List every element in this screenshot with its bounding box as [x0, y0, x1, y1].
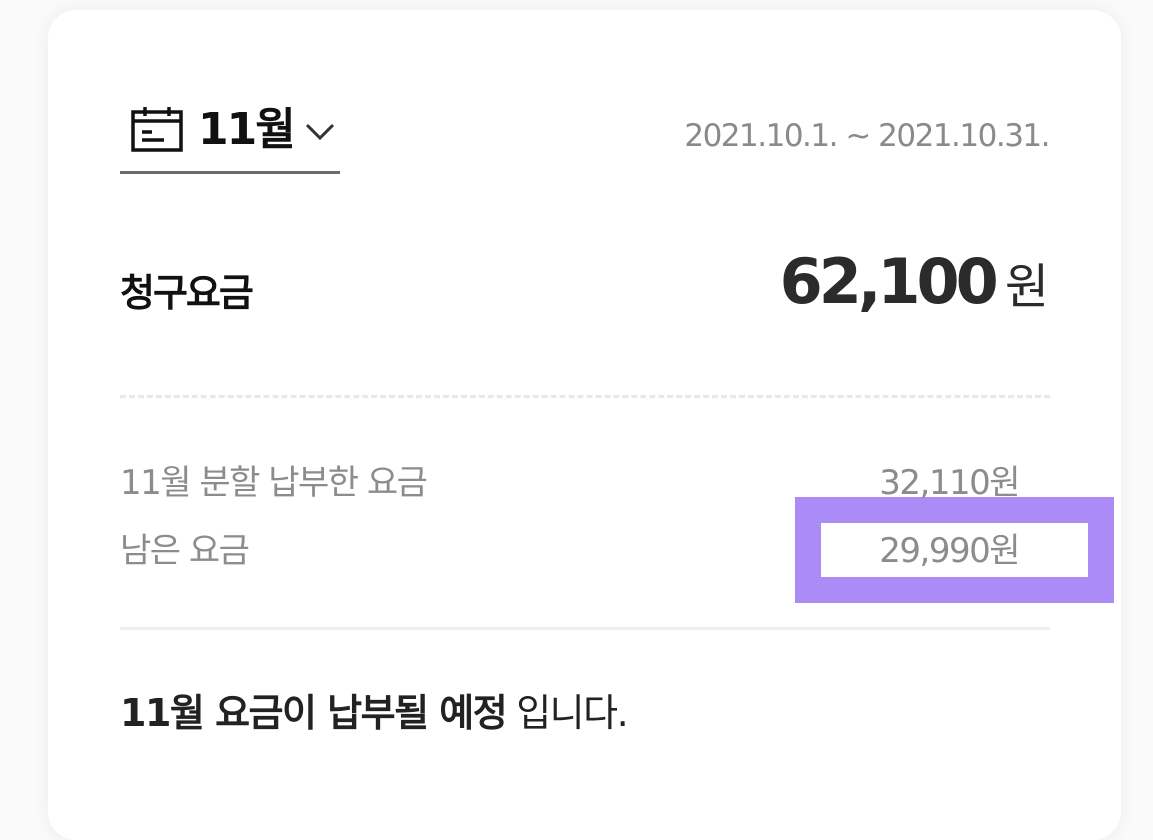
chevron-down-icon: [305, 123, 335, 141]
month-label: 11월: [198, 104, 296, 155]
remaining-fee-value: 29,990원: [879, 531, 1020, 571]
dashed-divider: [120, 395, 1050, 398]
solid-divider: [120, 627, 1050, 630]
billing-period: 2021.10.1. ~ 2021.10.31.: [684, 118, 1050, 154]
billed-amount-unit: 원: [1004, 259, 1049, 315]
billed-amount-value: 62,100: [779, 245, 999, 318]
billed-amount: 62,100 원: [780, 245, 1049, 318]
billed-amount-label: 청구요금: [120, 271, 254, 315]
month-selector[interactable]: 11월: [120, 92, 340, 174]
installment-paid-label: 11월 분할 납부한 요금: [120, 463, 428, 503]
calendar-icon: [131, 107, 183, 152]
remaining-fee-label: 남은 요금: [120, 531, 250, 571]
notice-rest: 입니다.: [516, 691, 628, 735]
notice-emphasis: 11월 요금이 납부될 예정: [120, 691, 508, 735]
installment-paid-value: 32,110원: [879, 463, 1020, 503]
payment-notice: 11월 요금이 납부될 예정 입니다.: [120, 682, 629, 737]
